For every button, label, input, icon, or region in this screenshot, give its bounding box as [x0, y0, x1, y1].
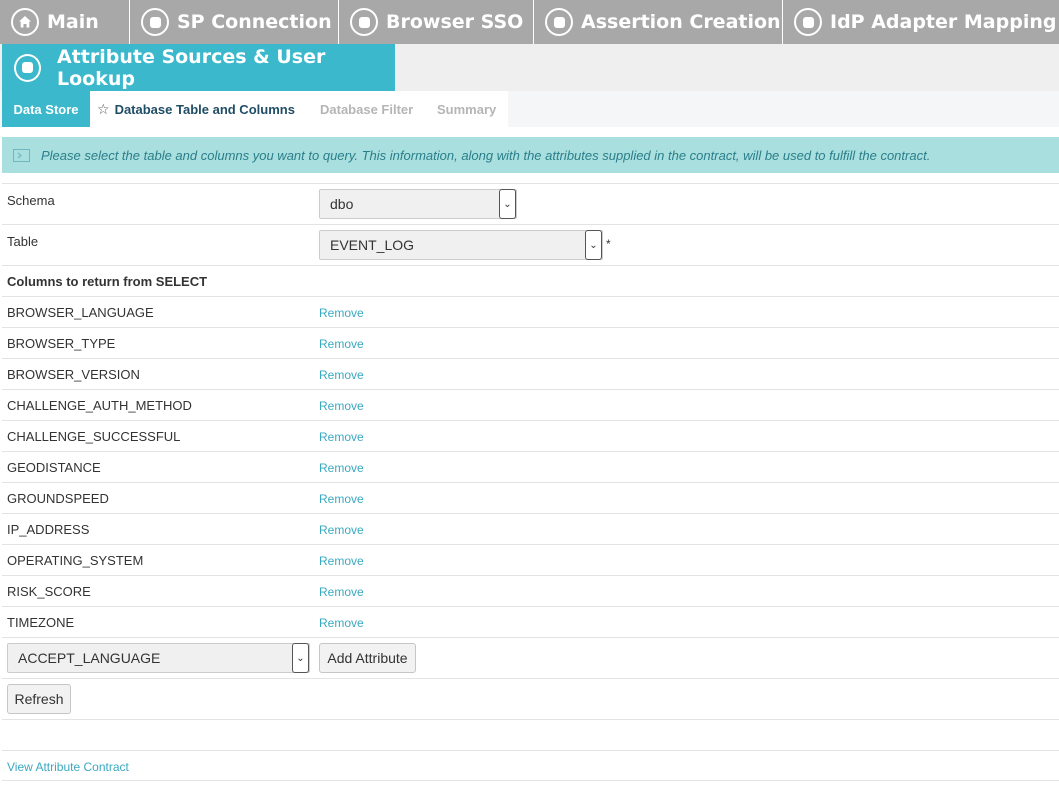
- info-icon: [13, 148, 30, 162]
- remove-column-link[interactable]: Remove: [319, 430, 364, 444]
- tab-assertion-creation[interactable]: Assertion Creation: [534, 0, 783, 44]
- remove-column-link[interactable]: Remove: [319, 523, 364, 537]
- home-icon: [11, 8, 39, 36]
- remove-column-link[interactable]: Remove: [319, 399, 364, 413]
- active-step-row: Attribute Sources & User Lookup: [0, 44, 1059, 91]
- info-message-bar: Please select the table and columns you …: [2, 137, 1059, 173]
- table-select-value: EVENT_LOG: [330, 237, 415, 253]
- remove-column-link[interactable]: Remove: [319, 337, 364, 351]
- remove-column-link[interactable]: Remove: [319, 616, 364, 630]
- chevron-down-icon: ⌄: [292, 643, 309, 673]
- schema-select[interactable]: dbo ⌄: [319, 189, 517, 219]
- schema-row: Schema dbo ⌄: [2, 183, 1059, 224]
- column-row: CHALLENGE_AUTH_METHOD Remove: [2, 389, 1059, 420]
- tab-main-label: Main: [47, 11, 99, 33]
- column-name: IP_ADDRESS: [7, 522, 90, 537]
- attribute-select[interactable]: ACCEPT_LANGUAGE ⌄: [7, 643, 310, 673]
- required-indicator: *: [606, 237, 611, 251]
- subtab-database-filter: Database Filter: [306, 91, 426, 127]
- column-name: BROWSER_TYPE: [7, 336, 116, 351]
- column-name: GROUNDSPEED: [7, 491, 109, 506]
- schema-label: Schema: [7, 193, 55, 208]
- sub-tabs: Data Store ☆ Database Table and Columns …: [0, 91, 1059, 127]
- subtab-database-filter-label: Database Filter: [320, 101, 414, 117]
- column-name: TIMEZONE: [7, 615, 75, 630]
- column-name: BROWSER_LANGUAGE: [7, 305, 154, 320]
- remove-column-link[interactable]: Remove: [319, 368, 364, 382]
- step-icon: [545, 8, 573, 36]
- tab-sp-connection[interactable]: SP Connection: [130, 0, 339, 44]
- spacer-row: [2, 719, 1059, 750]
- remove-column-link[interactable]: Remove: [319, 585, 364, 599]
- tab-browser-sso[interactable]: Browser SSO: [339, 0, 534, 44]
- step-icon: [794, 8, 822, 36]
- columns-heading: Columns to return from SELECT: [7, 274, 208, 289]
- step-icon: [141, 8, 169, 36]
- active-step-attribute-sources: Attribute Sources & User Lookup: [2, 44, 395, 91]
- table-row: Table EVENT_LOG ⌄ *: [2, 224, 1059, 265]
- column-row: IP_ADDRESS Remove: [2, 513, 1059, 544]
- column-row: BROWSER_VERSION Remove: [2, 358, 1059, 389]
- schema-select-value: dbo: [330, 196, 354, 212]
- remove-column-link[interactable]: Remove: [319, 492, 364, 506]
- refresh-button[interactable]: Refresh: [7, 684, 71, 714]
- tab-main[interactable]: Main: [0, 0, 130, 44]
- attribute-select-value: ACCEPT_LANGUAGE: [18, 650, 161, 666]
- column-row: GROUNDSPEED Remove: [2, 482, 1059, 513]
- wizard-breadcrumb: Main SP Connection Browser SSO Assertion…: [0, 0, 1059, 44]
- star-icon: ☆: [97, 100, 110, 117]
- remove-column-link[interactable]: Remove: [319, 306, 364, 320]
- add-attribute-button[interactable]: Add Attribute: [319, 643, 416, 673]
- tab-idp-adapter-mapping-label: IdP Adapter Mapping: [830, 11, 1057, 33]
- column-row: BROWSER_TYPE Remove: [2, 327, 1059, 358]
- column-name: OPERATING_SYSTEM: [7, 553, 144, 568]
- column-row: RISK_SCORE Remove: [2, 575, 1059, 606]
- column-name: BROWSER_VERSION: [7, 367, 140, 382]
- subtab-summary-label: Summary: [437, 101, 497, 117]
- tab-sp-connection-label: SP Connection: [177, 11, 332, 33]
- step-icon: [14, 53, 41, 82]
- step-icon: [350, 8, 378, 36]
- columns-heading-row: Columns to return from SELECT: [2, 265, 1059, 296]
- subtab-data-store[interactable]: Data Store: [2, 91, 90, 127]
- chevron-down-icon: ⌄: [499, 189, 516, 219]
- column-name: CHALLENGE_SUCCESSFUL: [7, 429, 181, 444]
- view-attribute-contract-link[interactable]: View Attribute Contract: [7, 760, 129, 774]
- subtab-summary: Summary: [426, 91, 508, 127]
- column-name: RISK_SCORE: [7, 584, 91, 599]
- subtab-database-table: ☆ Database Table and Columns: [90, 91, 306, 127]
- table-select[interactable]: EVENT_LOG ⌄: [319, 230, 603, 260]
- add-attribute-row: ACCEPT_LANGUAGE ⌄ Add Attribute: [2, 637, 1059, 678]
- column-row: BROWSER_LANGUAGE Remove: [2, 296, 1059, 327]
- column-row: TIMEZONE Remove: [2, 606, 1059, 637]
- active-step-label: Attribute Sources & User Lookup: [56, 45, 326, 90]
- subtab-data-store-label: Data Store: [13, 101, 79, 117]
- info-message-text: Please select the table and columns you …: [41, 147, 931, 163]
- tab-idp-adapter-mapping[interactable]: IdP Adapter Mapping: [783, 0, 1059, 44]
- refresh-row: Refresh: [2, 678, 1059, 719]
- footer-row: View Attribute Contract: [2, 750, 1059, 781]
- column-row: GEODISTANCE Remove: [2, 451, 1059, 482]
- remove-column-link[interactable]: Remove: [319, 461, 364, 475]
- tab-browser-sso-label: Browser SSO: [386, 11, 524, 33]
- remove-column-link[interactable]: Remove: [319, 554, 364, 568]
- chevron-down-icon: ⌄: [585, 230, 602, 260]
- column-name: GEODISTANCE: [7, 460, 101, 475]
- column-row: OPERATING_SYSTEM Remove: [2, 544, 1059, 575]
- column-row: CHALLENGE_SUCCESSFUL Remove: [2, 420, 1059, 451]
- subtab-database-table-label: Database Table and Columns: [114, 101, 295, 117]
- column-name: CHALLENGE_AUTH_METHOD: [7, 398, 192, 413]
- table-label: Table: [7, 234, 39, 249]
- tab-assertion-creation-label: Assertion Creation: [581, 11, 781, 33]
